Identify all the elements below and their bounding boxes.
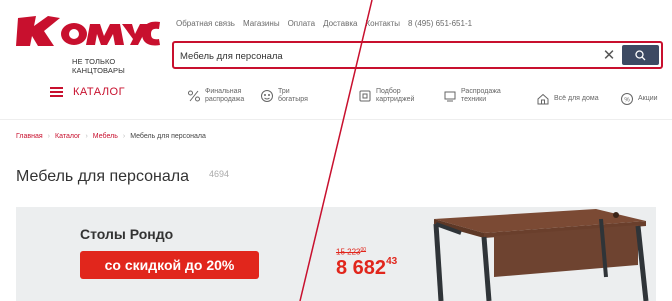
product-count: 4694 <box>209 169 230 179</box>
top-link-payment[interactable]: Оплата <box>288 19 316 28</box>
search-input[interactable] <box>180 47 598 65</box>
komus-logo[interactable]: НЕ ТОЛЬКО КАНЦТОВАРЫ <box>14 12 162 75</box>
discount-badge[interactable]: со скидкой до 20% <box>80 251 259 279</box>
new-price: 8 68243 <box>336 256 398 280</box>
nav-item-label: Акции <box>638 95 658 102</box>
tech-icon <box>444 91 456 102</box>
nav-item-label: Всё для дома <box>554 95 599 102</box>
top-link-phone[interactable]: 8 (495) 651-651-1 <box>408 19 472 28</box>
breadcrumb: Главная › Каталог › Мебель › Мебель для … <box>16 133 206 140</box>
breadcrumb-current: Мебель для персонала <box>130 133 206 140</box>
old-price-value: 15 223 <box>336 247 361 257</box>
cartridge-icon <box>359 90 371 102</box>
nav-item-label: Распродажа <box>461 88 501 95</box>
nav-item-promotions[interactable]: % Акции <box>620 92 658 106</box>
nav-item-label: богатыря <box>278 96 308 103</box>
percent-icon <box>188 90 200 102</box>
nav-item-three-heroes[interactable]: Три богатыря <box>260 88 308 104</box>
new-price-kopecks: 43 <box>386 256 398 267</box>
top-links: Обратная связь Магазины Оплата Доставка … <box>176 19 472 28</box>
home-icon <box>537 93 549 105</box>
nav-item-label: техники <box>461 96 487 103</box>
page-title: Мебель для персонала <box>16 168 189 185</box>
menu-icon <box>50 87 63 97</box>
nav-item-label: Три <box>278 88 290 95</box>
breadcrumb-home[interactable]: Главная <box>16 133 43 140</box>
breadcrumb-separator: › <box>85 133 88 140</box>
nav-item-final-sale[interactable]: Финальная распродажа <box>187 88 244 104</box>
top-link-stores[interactable]: Магазины <box>243 19 280 28</box>
desk-image <box>433 209 649 301</box>
nav-item-tech-sale[interactable]: Распродажа техники <box>443 88 501 104</box>
nav-item-cartridges[interactable]: Подбор картриджей <box>358 88 414 104</box>
logo-mark <box>16 16 160 46</box>
search-button[interactable] <box>622 45 659 65</box>
breadcrumb-furniture[interactable]: Мебель <box>93 133 118 140</box>
old-price: 15 22300 <box>336 247 366 257</box>
header-divider <box>0 119 672 120</box>
promo-title: Столы Рондо <box>80 226 174 242</box>
nav-item-label: Подбор <box>376 88 401 95</box>
clear-icon[interactable]: ✕ <box>600 47 618 65</box>
breadcrumb-separator: › <box>47 133 50 140</box>
catalog-label: КАТАЛОГ <box>73 86 126 98</box>
top-link-delivery[interactable]: Доставка <box>323 19 357 28</box>
heroes-icon <box>261 90 273 102</box>
search-bar: ✕ <box>172 41 663 69</box>
nav-item-label: распродажа <box>205 96 245 103</box>
breadcrumb-catalog[interactable]: Каталог <box>55 133 80 140</box>
search-icon <box>635 50 646 61</box>
breadcrumb-separator: › <box>122 133 126 140</box>
catalog-button[interactable]: КАТАЛОГ <box>50 86 125 98</box>
svg-text:%: % <box>624 98 630 104</box>
nav-item-label: картриджей <box>376 96 415 103</box>
top-link-feedback[interactable]: Обратная связь <box>176 19 235 28</box>
new-price-value: 8 682 <box>336 257 387 279</box>
old-price-kopecks: 00 <box>360 247 367 253</box>
nav-item-home[interactable]: Всё для дома <box>536 92 599 106</box>
sale-icon: % <box>621 93 633 105</box>
top-link-contacts[interactable]: Контакты <box>365 19 400 28</box>
logo-tagline: НЕ ТОЛЬКО КАНЦТОВАРЫ <box>72 57 125 75</box>
promo-banner[interactable]: Столы Рондо со скидкой до 20% 15 22300 8… <box>16 207 656 301</box>
nav-item-label: Финальная <box>205 88 242 95</box>
